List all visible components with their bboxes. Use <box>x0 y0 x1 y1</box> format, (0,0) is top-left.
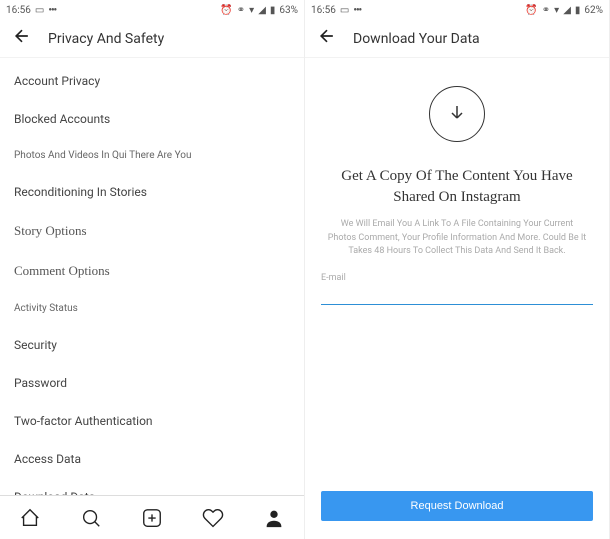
status-window-icon: ▭ <box>35 5 44 16</box>
menu-comment-options[interactable]: Comment Options <box>0 251 304 291</box>
page-title: Download Your Data <box>353 31 480 47</box>
menu-activity-status[interactable]: Activity Status <box>0 291 304 326</box>
nav-add-icon[interactable] <box>141 507 163 529</box>
signal-icon: ◢ <box>258 5 266 16</box>
wifi-icon: ▾ <box>554 5 559 16</box>
battery-icon: ▮ <box>270 5 276 16</box>
status-window-icon: ▭ <box>340 5 349 16</box>
menu-two-factor[interactable]: Two-factor Authentication <box>0 402 304 440</box>
nav-profile-icon[interactable] <box>263 507 285 529</box>
status-time: 16:56 <box>6 5 31 16</box>
link-icon: ⚭ <box>237 5 245 16</box>
menu-access-data[interactable]: Access Data <box>0 440 304 478</box>
request-button-label: Request Download <box>411 500 504 512</box>
menu-photos-videos[interactable]: Photos And Videos In Qui There Are You <box>0 138 304 173</box>
page-title: Privacy And Safety <box>48 31 164 47</box>
header-right: Download Your Data <box>305 20 609 58</box>
header-left: Privacy And Safety <box>0 20 304 58</box>
bottom-nav <box>0 495 304 539</box>
menu-account-privacy[interactable]: Account Privacy <box>0 62 304 100</box>
back-button[interactable] <box>12 26 32 51</box>
download-title: Get A Copy Of The Content You Have Share… <box>321 166 593 208</box>
battery-icon: ▮ <box>575 5 581 16</box>
status-bar-right: 16:56 ▭ ••• ⏰ ⚭ ▾ ◢ ▮ 62% <box>305 0 609 20</box>
download-icon <box>429 86 485 142</box>
email-label: E-mail <box>321 273 346 283</box>
menu-blocked-accounts[interactable]: Blocked Accounts <box>0 100 304 138</box>
email-input[interactable] <box>321 285 593 305</box>
status-bar-left: 16:56 ▭ ••• ⏰ ⚭ ▾ ◢ ▮ 63% <box>0 0 304 20</box>
phone-right: 16:56 ▭ ••• ⏰ ⚭ ▾ ◢ ▮ 62% Download Your … <box>305 0 610 539</box>
back-button[interactable] <box>317 26 337 51</box>
signal-icon: ◢ <box>563 5 571 16</box>
request-download-button[interactable]: Request Download <box>321 491 593 521</box>
link-icon: ⚭ <box>542 5 550 16</box>
menu-story-options[interactable]: Story Options <box>0 211 304 251</box>
nav-search-icon[interactable] <box>80 507 102 529</box>
menu-security[interactable]: Security <box>0 326 304 364</box>
menu-download-data[interactable]: Download Data <box>0 478 304 495</box>
menu-reconditioning-stories[interactable]: Reconditioning In Stories <box>0 173 304 211</box>
alarm-icon: ⏰ <box>525 5 537 16</box>
settings-menu: Account Privacy Blocked Accounts Photos … <box>0 58 304 495</box>
alarm-icon: ⏰ <box>220 5 232 16</box>
status-more-icon: ••• <box>353 5 361 16</box>
nav-heart-icon[interactable] <box>202 507 224 529</box>
status-time: 16:56 <box>311 5 336 16</box>
battery-percent: 63% <box>279 5 298 16</box>
download-description: We Will Email You A Link To A File Conta… <box>321 218 593 259</box>
nav-home-icon[interactable] <box>19 507 41 529</box>
wifi-icon: ▾ <box>249 5 254 16</box>
menu-password[interactable]: Password <box>0 364 304 402</box>
phone-left: 16:56 ▭ ••• ⏰ ⚭ ▾ ◢ ▮ 63% Privacy And Sa… <box>0 0 305 539</box>
battery-percent: 62% <box>584 5 603 16</box>
status-more-icon: ••• <box>48 5 56 16</box>
download-content: Get A Copy Of The Content You Have Share… <box>305 58 609 491</box>
